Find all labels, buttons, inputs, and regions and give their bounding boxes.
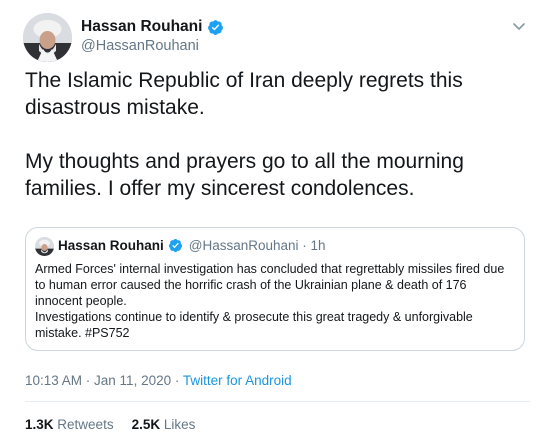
verified-badge-icon [207, 19, 224, 36]
author-name-row[interactable]: Hassan Rouhani [81, 18, 224, 36]
likes-count: 2.5K [131, 417, 161, 432]
retweets-label: Retweets [57, 417, 114, 432]
retweets-stat[interactable]: 1.3K Retweets [25, 417, 114, 432]
author-name[interactable]: Hassan Rouhani [81, 18, 202, 36]
quoted-author-name: Hassan Rouhani [58, 238, 164, 253]
tweet-text: The Islamic Republic of Iran deeply regr… [25, 67, 535, 202]
chevron-down-icon[interactable] [511, 18, 527, 34]
quoted-author-avatar [35, 237, 54, 256]
tweet-source-link[interactable]: Twitter for Android [183, 373, 292, 388]
avatar-portrait-icon [35, 237, 54, 256]
quoted-tweet-line: Investigations continue to identify & pr… [35, 310, 473, 340]
verified-badge-icon [168, 238, 183, 253]
avatar-portrait-icon [23, 13, 72, 62]
retweets-count: 1.3K [25, 417, 54, 432]
quoted-tweet[interactable]: Hassan Rouhani @HassanRouhani · 1h Armed… [25, 227, 525, 351]
tweet-paragraph: The Islamic Republic of Iran deeply regr… [25, 69, 463, 119]
tweet-timestamp[interactable]: 10:13 AM · Jan 11, 2020 · [25, 373, 183, 388]
likes-label: Likes [163, 417, 196, 432]
quoted-tweet-text: Armed Forces' internal investigation has… [35, 261, 515, 341]
divider [25, 401, 530, 402]
quoted-tweet-line: Armed Forces' internal investigation has… [35, 262, 505, 308]
tweet-metadata: 10:13 AM · Jan 11, 2020 · Twitter for An… [25, 373, 292, 388]
author-handle[interactable]: @HassanRouhani [81, 38, 199, 54]
tweet-card: Hassan Rouhani @HassanRouhani The Islami… [0, 0, 555, 446]
likes-stat[interactable]: 2.5K Likes [132, 417, 196, 432]
quoted-author-handle: @HassanRouhani · 1h [188, 238, 326, 253]
author-avatar[interactable] [23, 13, 72, 62]
tweet-paragraph: My thoughts and prayers go to all the mo… [25, 150, 464, 200]
quoted-tweet-header: Hassan Rouhani @HassanRouhani · 1h [58, 238, 326, 253]
tweet-stats: 1.3K Retweets 2.5K Likes [25, 417, 195, 432]
